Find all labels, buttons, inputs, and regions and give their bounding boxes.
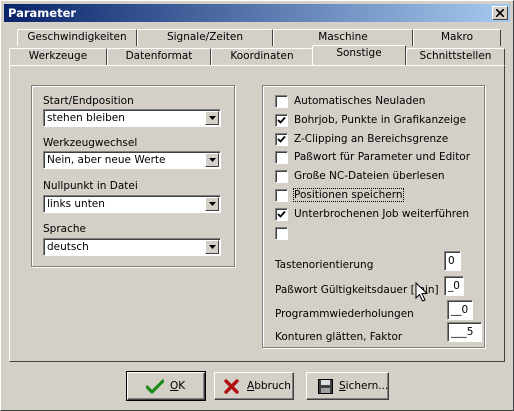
cancel-label: Abbruch: [247, 380, 291, 392]
option-label: Unterbrochenen Job weiterführen: [294, 208, 469, 220]
dropdown-button[interactable]: [205, 111, 219, 125]
checkbox[interactable]: [275, 227, 288, 240]
tab-koordinaten[interactable]: Koordinaten: [211, 48, 313, 65]
tab-sonstige[interactable]: Sonstige: [312, 45, 406, 65]
close-button[interactable]: [492, 6, 508, 20]
dropdown-button[interactable]: [205, 240, 219, 254]
dropdown-button[interactable]: [205, 153, 219, 167]
language-label: Sprache: [43, 223, 86, 235]
chevron-down-icon: [209, 245, 216, 249]
window-title: Parameter: [8, 6, 77, 20]
mouse-cursor-icon: [415, 282, 429, 302]
chevron-down-icon: [209, 116, 216, 120]
tab-werkzeuge[interactable]: Werkzeuge: [9, 48, 107, 65]
checkbox[interactable]: [275, 208, 288, 221]
tab-maschine[interactable]: Maschine: [273, 29, 413, 46]
tool-change-select[interactable]: Nein, aber neue Werte: [43, 151, 221, 169]
smooth-contours-input[interactable]: ___5: [447, 322, 482, 342]
floppy-disk-icon: [318, 379, 333, 394]
ok-label: OK: [170, 380, 186, 392]
chevron-down-icon: [209, 158, 216, 162]
option-label: Bohrjob, Punkte in Grafikanzeige: [294, 114, 467, 126]
password-validity-input[interactable]: _0: [444, 276, 464, 296]
start-end-value: stehen bleiben: [47, 112, 125, 124]
save-label: Sichern...: [339, 380, 389, 392]
zero-point-select[interactable]: links unten: [43, 195, 221, 213]
checkmark-icon: [277, 210, 286, 218]
option-label: Große NC-Dateien überlesen: [294, 170, 445, 182]
program-repeats-input[interactable]: __0: [447, 300, 473, 320]
start-end-select[interactable]: stehen bleiben: [43, 109, 221, 127]
tab-makro[interactable]: Makro: [413, 29, 501, 46]
checkbox[interactable]: [275, 151, 288, 164]
option-label: Positionen speichern: [293, 188, 404, 202]
close-icon: [496, 9, 504, 17]
language-value: deutsch: [47, 241, 89, 253]
option-label: Z-Clipping an Bereichsgrenze: [294, 133, 449, 145]
dropdown-button[interactable]: [205, 197, 219, 211]
ok-button[interactable]: OK: [126, 371, 206, 401]
key-orientation-label: Tastenorientierung: [275, 259, 374, 271]
language-select[interactable]: deutsch: [43, 238, 221, 256]
zero-point-label: Nullpunkt in Datei: [43, 180, 138, 192]
checkbox[interactable]: [275, 170, 288, 183]
tab-geschwindigkeiten[interactable]: Geschwindigkeiten: [17, 29, 137, 46]
option-label: Automatisches Neuladen: [294, 95, 426, 107]
option-label: Paßwort für Parameter und Editor: [294, 151, 471, 163]
key-orientation-input[interactable]: 0: [444, 251, 461, 271]
tab-signale-zeiten[interactable]: Signale/Zeiten: [137, 29, 273, 46]
parameter-dialog: Parameter Geschwindigkeiten Signale/Zeit…: [0, 0, 514, 411]
checkmark-icon: [277, 135, 286, 143]
chevron-down-icon: [209, 202, 216, 206]
checkbox[interactable]: [275, 133, 288, 146]
program-repeats-label: Programmwiederholungen: [275, 308, 414, 320]
checkbox[interactable]: [275, 189, 288, 202]
tool-change-value: Nein, aber neue Werte: [47, 154, 166, 166]
tool-change-label: Werkzeugwechsel: [43, 137, 138, 149]
tab-schnittstellen[interactable]: Schnittstellen: [406, 48, 505, 65]
title-bar[interactable]: Parameter: [4, 4, 510, 22]
start-end-label: Start/Endposition: [43, 95, 134, 107]
cancel-button[interactable]: Abbruch: [214, 372, 294, 400]
check-icon: [146, 379, 164, 394]
x-icon: [224, 379, 239, 394]
smooth-contours-label: Konturen glätten, Faktor: [275, 331, 403, 343]
checkbox[interactable]: [275, 114, 288, 127]
checkbox[interactable]: [275, 95, 288, 108]
tab-datenformat[interactable]: Datenformat: [107, 48, 211, 65]
zero-point-value: links unten: [47, 198, 105, 210]
checkmark-icon: [277, 116, 286, 124]
save-button[interactable]: Sichern...: [306, 372, 389, 400]
